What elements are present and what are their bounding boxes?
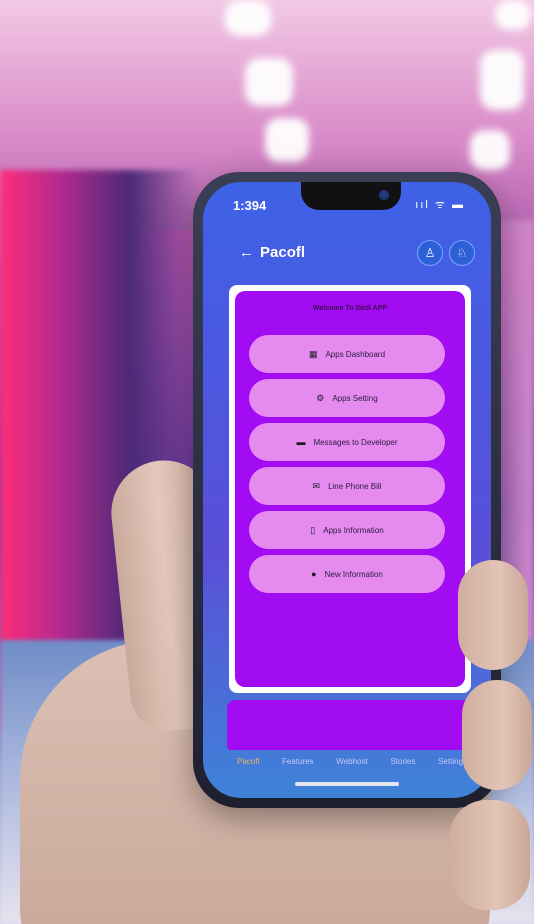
tab-pacofl[interactable]: Pacofl bbox=[237, 757, 259, 766]
phone-icon: ▯ bbox=[310, 524, 316, 535]
bell-button[interactable]: ♙ bbox=[417, 240, 443, 266]
tab-features[interactable]: Features bbox=[282, 757, 314, 766]
card-title: Welcome To Sirdi APP bbox=[312, 305, 388, 312]
messages-developer-button[interactable]: ▬ Messages to Developer bbox=[249, 423, 445, 461]
tab-webhost[interactable]: Webhost bbox=[336, 757, 367, 766]
arrow-left-icon: ← bbox=[239, 244, 254, 261]
tab-bar: Pacofl Features Webhost Stories Setting bbox=[227, 757, 473, 766]
menu-card: Welcome To Sirdi APP ▦ Apps Dashboard ⚙ … bbox=[229, 285, 471, 693]
gear-icon: ⚙ bbox=[316, 392, 325, 403]
bottom-panel bbox=[227, 700, 473, 750]
mail-icon: ✉ bbox=[312, 480, 321, 491]
page-title: Pacofl bbox=[260, 244, 306, 261]
button-label: Line Phone Bill bbox=[328, 481, 382, 491]
ceiling-light bbox=[245, 58, 293, 106]
button-label: Apps Setting bbox=[332, 393, 378, 403]
tab-setting[interactable]: Setting bbox=[438, 757, 463, 766]
button-label: Messages to Developer bbox=[313, 437, 398, 447]
ceiling-light bbox=[495, 0, 531, 30]
hand-finger bbox=[462, 680, 532, 790]
ceiling-light bbox=[480, 50, 524, 110]
new-information-button[interactable]: ● New Information bbox=[249, 555, 445, 593]
apps-dashboard-button[interactable]: ▦ Apps Dashboard bbox=[249, 335, 445, 373]
dashboard-icon: ▦ bbox=[308, 348, 318, 359]
button-label: New Information bbox=[324, 569, 383, 579]
person-icon: ● bbox=[311, 569, 317, 579]
apps-setting-button[interactable]: ⚙ Apps Setting bbox=[249, 379, 445, 417]
ceiling-light bbox=[265, 118, 309, 162]
status-icons: ııl ᯤ ▬ bbox=[415, 199, 465, 211]
camera-icon bbox=[379, 190, 389, 200]
button-label: Apps Information bbox=[323, 525, 384, 535]
chat-icon: ▬ bbox=[296, 437, 306, 447]
ceiling-light bbox=[225, 0, 271, 36]
hand-finger bbox=[450, 800, 530, 910]
phone-bill-button[interactable]: ✉ Line Phone Bill bbox=[249, 467, 445, 505]
ceiling-light bbox=[470, 130, 510, 170]
button-label: Apps Dashboard bbox=[325, 349, 386, 359]
tab-stories[interactable]: Stories bbox=[390, 757, 415, 766]
home-indicator bbox=[295, 782, 399, 786]
status-time: 1:394 bbox=[233, 198, 267, 213]
hand-finger bbox=[458, 560, 528, 670]
apps-information-button[interactable]: ▯ Apps Information bbox=[249, 511, 445, 549]
profile-icon: ♘ bbox=[456, 246, 468, 260]
bell-icon: ♙ bbox=[424, 246, 436, 260]
profile-button[interactable]: ♘ bbox=[449, 240, 475, 266]
back-button[interactable]: ← Pacofl bbox=[239, 244, 305, 261]
menu-card-panel: Welcome To Sirdi APP ▦ Apps Dashboard ⚙ … bbox=[235, 291, 465, 687]
smartphone: 1:394 ııl ᯤ ▬ ← Pacofl ♙ ♘ Welcome To Si… bbox=[193, 172, 501, 808]
phone-screen: 1:394 ııl ᯤ ▬ ← Pacofl ♙ ♘ Welcome To Si… bbox=[203, 182, 491, 798]
